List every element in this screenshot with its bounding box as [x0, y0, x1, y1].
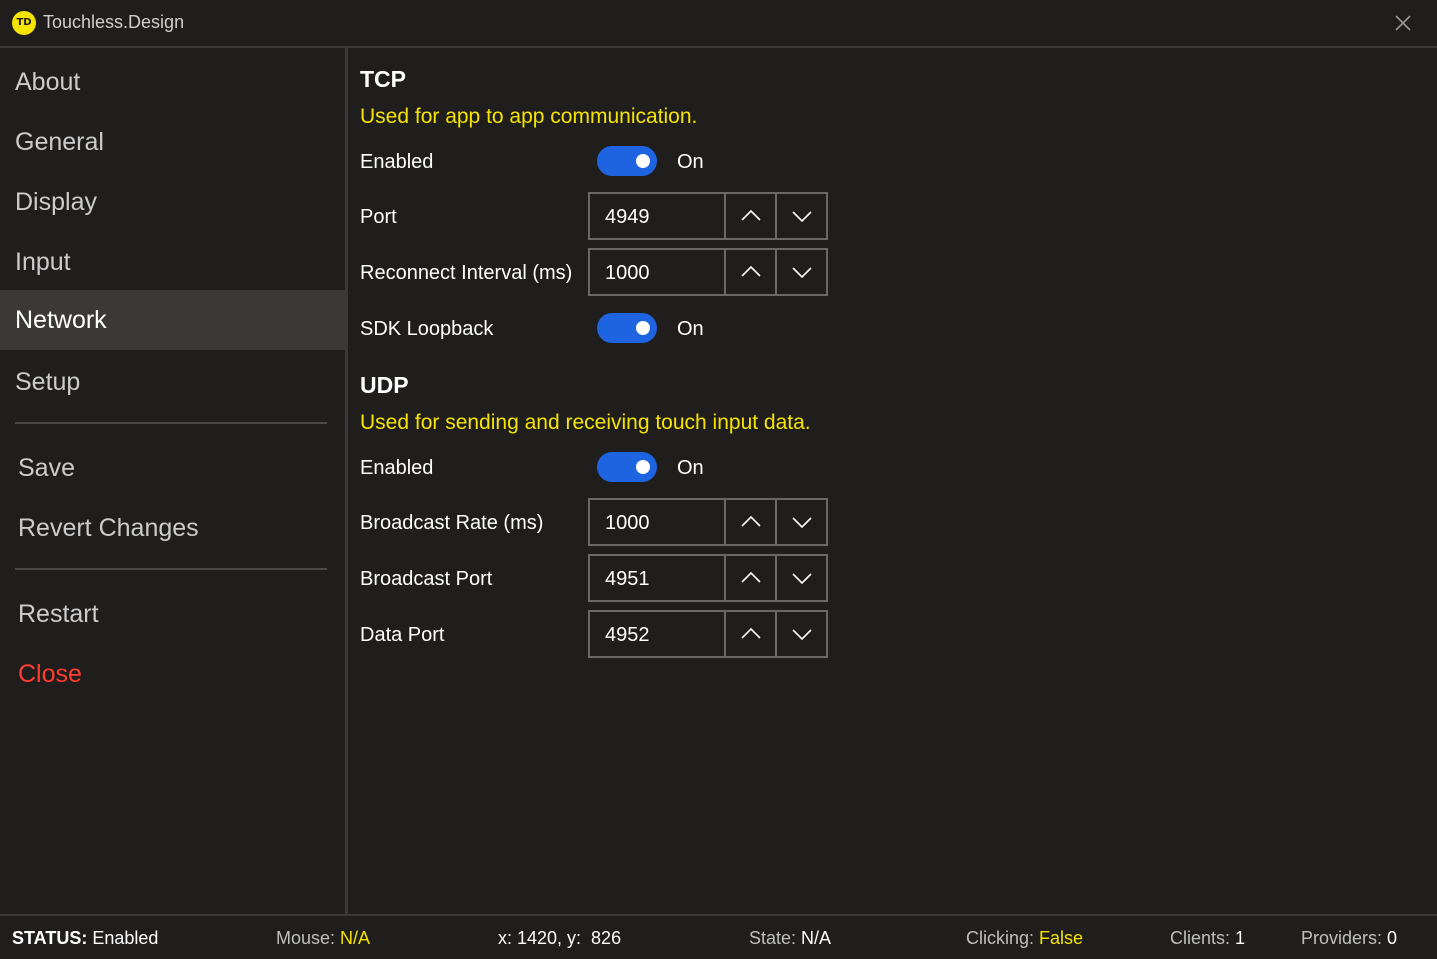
tcp-enabled-state: On — [677, 151, 704, 173]
tcp-sdk-loopback-label: SDK Loopback — [360, 318, 494, 340]
state-value: N/A — [801, 928, 832, 948]
tcp-port-input[interactable]: 4949 — [590, 194, 724, 238]
clicking-indicator: Clicking: False — [966, 928, 1083, 949]
title-bar: TD Touchless.Design — [0, 0, 1437, 48]
providers-label: Providers: — [1301, 928, 1383, 948]
tcp-reconnect-interval-increment-button[interactable] — [724, 250, 775, 294]
udp-broadcast-rate-stepper: 1000 — [588, 498, 828, 546]
app-logo-icon: TD — [12, 11, 36, 35]
close-icon-glyph — [1395, 15, 1411, 31]
state-label: State: — [749, 928, 797, 948]
revert-changes-button[interactable]: Revert Changes — [0, 498, 345, 558]
toggle-knob — [636, 154, 650, 168]
chevron-up-icon — [741, 515, 761, 527]
sidebar-item-setup[interactable]: Setup — [0, 352, 345, 412]
tcp-port-label: Port — [360, 206, 397, 228]
tcp-port-increment-button[interactable] — [724, 194, 775, 238]
clicking-label: Clicking: — [966, 928, 1035, 948]
sidebar-divider — [15, 568, 327, 570]
udp-enabled-toggle[interactable] — [597, 452, 657, 482]
tcp-reconnect-interval-decrement-button[interactable] — [775, 250, 826, 294]
toggle-knob — [636, 321, 650, 335]
chevron-down-icon — [792, 573, 812, 585]
udp-broadcast-rate-decrement-button[interactable] — [775, 500, 826, 544]
chevron-down-icon — [792, 211, 812, 223]
udp-broadcast-rate-increment-button[interactable] — [724, 500, 775, 544]
udp-section-title: UDP — [360, 372, 409, 398]
tcp-enabled-label: Enabled — [360, 151, 434, 173]
providers-value: 0 — [1387, 928, 1398, 948]
chevron-down-icon — [792, 517, 812, 529]
tcp-sdk-loopback-state: On — [677, 318, 704, 340]
app-title: Touchless.Design — [43, 12, 185, 32]
tcp-port-decrement-button[interactable] — [775, 194, 826, 238]
restart-button[interactable]: Restart — [0, 584, 345, 644]
sidebar-item-display[interactable]: Display — [0, 172, 345, 232]
udp-enabled-state: On — [677, 457, 704, 479]
toggle-knob — [636, 460, 650, 474]
clients-value: 1 — [1235, 928, 1246, 948]
status-indicator: STATUS: Enabled — [12, 928, 158, 949]
chevron-up-icon — [741, 265, 761, 277]
sidebar-item-network[interactable]: Network — [0, 290, 345, 350]
udp-broadcast-port-label: Broadcast Port — [360, 568, 493, 590]
sidebar-item-about[interactable]: About — [0, 52, 345, 112]
tcp-section-description: Used for app to app communication. — [360, 105, 698, 128]
chevron-down-icon — [792, 267, 812, 279]
status-label: STATUS: — [12, 928, 88, 948]
udp-enabled-label: Enabled — [360, 457, 434, 479]
udp-broadcast-rate-input[interactable]: 1000 — [590, 500, 724, 544]
udp-broadcast-rate-label: Broadcast Rate (ms) — [360, 512, 544, 534]
tcp-reconnect-interval-stepper: 1000 — [588, 248, 828, 296]
mouse-indicator: Mouse: N/A — [276, 928, 370, 949]
close-button[interactable]: Close — [0, 644, 345, 704]
udp-broadcast-port-stepper: 4951 — [588, 554, 828, 602]
udp-data-port-input[interactable]: 4952 — [590, 612, 724, 656]
clients-indicator: Clients: 1 — [1170, 928, 1245, 949]
sidebar-divider — [15, 422, 327, 424]
providers-indicator: Providers: 0 — [1301, 928, 1397, 949]
close-icon[interactable] — [1390, 10, 1416, 36]
chevron-up-icon — [741, 571, 761, 583]
mouse-value: N/A — [340, 928, 371, 948]
udp-data-port-stepper: 4952 — [588, 610, 828, 658]
chevron-up-icon — [741, 209, 761, 221]
udp-data-port-increment-button[interactable] — [724, 612, 775, 656]
cursor-coordinates: x: 1420, y: 826 — [498, 928, 621, 949]
sidebar-item-general[interactable]: General — [0, 112, 345, 172]
clients-label: Clients: — [1170, 928, 1231, 948]
sidebar: About General Display Input Network Setu… — [0, 48, 348, 914]
chevron-up-icon — [741, 627, 761, 639]
udp-broadcast-port-decrement-button[interactable] — [775, 556, 826, 600]
coordinates-value: x: 1420, y: 826 — [498, 928, 622, 948]
tcp-sdk-loopback-toggle[interactable] — [597, 313, 657, 343]
tcp-reconnect-interval-label: Reconnect Interval (ms) — [360, 262, 573, 284]
save-button[interactable]: Save — [0, 438, 345, 498]
udp-broadcast-port-input[interactable]: 4951 — [590, 556, 724, 600]
sidebar-item-input[interactable]: Input — [0, 232, 345, 292]
status-bar: STATUS: Enabled Mouse: N/A x: 1420, y: 8… — [0, 914, 1437, 959]
udp-broadcast-port-increment-button[interactable] — [724, 556, 775, 600]
tcp-port-stepper: 4949 — [588, 192, 828, 240]
chevron-down-icon — [792, 629, 812, 641]
status-value: Enabled — [92, 928, 159, 948]
tcp-enabled-toggle[interactable] — [597, 146, 657, 176]
clicking-value: False — [1039, 928, 1084, 948]
tcp-section-title: TCP — [360, 66, 406, 92]
tcp-reconnect-interval-input[interactable]: 1000 — [590, 250, 724, 294]
udp-data-port-decrement-button[interactable] — [775, 612, 826, 656]
udp-data-port-label: Data Port — [360, 624, 445, 646]
udp-section-description: Used for sending and receiving touch inp… — [360, 411, 811, 434]
mouse-label: Mouse: — [276, 928, 336, 948]
state-indicator: State: N/A — [749, 928, 831, 949]
